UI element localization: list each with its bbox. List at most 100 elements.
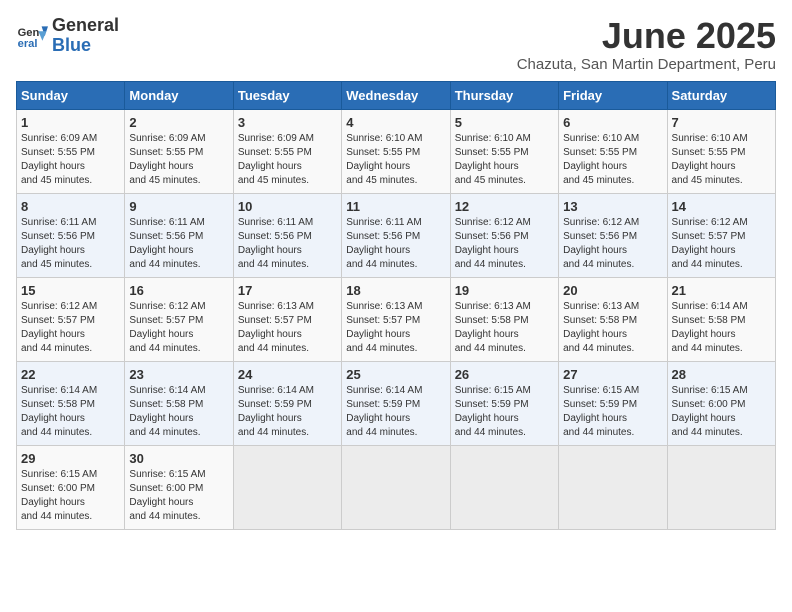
- daylight-label: Daylight hours: [238, 161, 302, 172]
- day-info: Sunrise: 6:15 AM Sunset: 5:59 PM Dayligh…: [563, 384, 662, 440]
- calendar-day-cell: 15 Sunrise: 6:12 AM Sunset: 5:57 PM Dayl…: [17, 277, 125, 361]
- daylight-label: Daylight hours: [455, 329, 519, 340]
- sunrise-label: Sunrise:: [129, 469, 166, 480]
- calendar-day-cell: 6 Sunrise: 6:10 AM Sunset: 5:55 PM Dayli…: [559, 109, 667, 193]
- daylight-label: Daylight hours: [21, 497, 85, 508]
- sunset-label: Sunset:: [672, 231, 706, 242]
- day-info: Sunrise: 6:12 AM Sunset: 5:57 PM Dayligh…: [21, 300, 120, 356]
- day-info: Sunrise: 6:09 AM Sunset: 5:55 PM Dayligh…: [129, 132, 228, 188]
- day-number: 12: [455, 199, 554, 214]
- calendar-day-cell: 10 Sunrise: 6:11 AM Sunset: 5:56 PM Dayl…: [233, 193, 341, 277]
- sunrise-label: Sunrise:: [238, 133, 275, 144]
- sunset-label: Sunset:: [238, 399, 272, 410]
- sunset-label: Sunset:: [455, 231, 489, 242]
- calendar-day-cell: 9 Sunrise: 6:11 AM Sunset: 5:56 PM Dayli…: [125, 193, 233, 277]
- day-info: Sunrise: 6:12 AM Sunset: 5:57 PM Dayligh…: [129, 300, 228, 356]
- day-number: 5: [455, 115, 554, 130]
- day-number: 24: [238, 367, 337, 382]
- calendar-day-cell: 13 Sunrise: 6:12 AM Sunset: 5:56 PM Dayl…: [559, 193, 667, 277]
- day-number: 23: [129, 367, 228, 382]
- day-info: Sunrise: 6:12 AM Sunset: 5:56 PM Dayligh…: [563, 216, 662, 272]
- day-number: 11: [346, 199, 445, 214]
- calendar-day-cell: [233, 445, 341, 529]
- sunset-label: Sunset:: [238, 147, 272, 158]
- sunset-label: Sunset:: [21, 147, 55, 158]
- sunset-label: Sunset:: [563, 399, 597, 410]
- calendar-week-row: 22 Sunrise: 6:14 AM Sunset: 5:58 PM Dayl…: [17, 361, 776, 445]
- sunset-label: Sunset:: [563, 231, 597, 242]
- sunset-label: Sunset:: [346, 315, 380, 326]
- day-number: 27: [563, 367, 662, 382]
- daylight-label: Daylight hours: [21, 413, 85, 424]
- day-number: 2: [129, 115, 228, 130]
- sunset-label: Sunset:: [563, 147, 597, 158]
- calendar-day-cell: [342, 445, 450, 529]
- daylight-label: Daylight hours: [672, 161, 736, 172]
- weekday-header-wednesday: Wednesday: [342, 81, 450, 109]
- sunrise-label: Sunrise:: [672, 217, 709, 228]
- calendar-day-cell: 20 Sunrise: 6:13 AM Sunset: 5:58 PM Dayl…: [559, 277, 667, 361]
- sunrise-label: Sunrise:: [21, 301, 58, 312]
- day-info: Sunrise: 6:10 AM Sunset: 5:55 PM Dayligh…: [455, 132, 554, 188]
- sunset-label: Sunset:: [672, 399, 706, 410]
- month-title: June 2025: [517, 16, 776, 56]
- sunrise-label: Sunrise:: [238, 217, 275, 228]
- day-info: Sunrise: 6:14 AM Sunset: 5:58 PM Dayligh…: [672, 300, 771, 356]
- sunrise-label: Sunrise:: [21, 469, 58, 480]
- daylight-label: Daylight hours: [346, 161, 410, 172]
- sunrise-label: Sunrise:: [672, 133, 709, 144]
- day-number: 10: [238, 199, 337, 214]
- sunset-label: Sunset:: [346, 399, 380, 410]
- calendar-day-cell: 8 Sunrise: 6:11 AM Sunset: 5:56 PM Dayli…: [17, 193, 125, 277]
- sunset-label: Sunset:: [129, 147, 163, 158]
- daylight-label: Daylight hours: [129, 161, 193, 172]
- sunrise-label: Sunrise:: [563, 133, 600, 144]
- sunset-label: Sunset:: [129, 483, 163, 494]
- daylight-label: Daylight hours: [21, 161, 85, 172]
- day-info: Sunrise: 6:11 AM Sunset: 5:56 PM Dayligh…: [346, 216, 445, 272]
- day-number: 1: [21, 115, 120, 130]
- calendar-day-cell: 4 Sunrise: 6:10 AM Sunset: 5:55 PM Dayli…: [342, 109, 450, 193]
- day-number: 25: [346, 367, 445, 382]
- day-info: Sunrise: 6:11 AM Sunset: 5:56 PM Dayligh…: [238, 216, 337, 272]
- logo-general: General: [52, 16, 119, 36]
- day-info: Sunrise: 6:15 AM Sunset: 5:59 PM Dayligh…: [455, 384, 554, 440]
- day-info: Sunrise: 6:14 AM Sunset: 5:59 PM Dayligh…: [238, 384, 337, 440]
- sunrise-label: Sunrise:: [129, 133, 166, 144]
- sunset-label: Sunset:: [672, 147, 706, 158]
- day-info: Sunrise: 6:11 AM Sunset: 5:56 PM Dayligh…: [21, 216, 120, 272]
- daylight-label: Daylight hours: [346, 245, 410, 256]
- sunset-label: Sunset:: [238, 315, 272, 326]
- sunrise-label: Sunrise:: [129, 217, 166, 228]
- weekday-header-sunday: Sunday: [17, 81, 125, 109]
- calendar-day-cell: 29 Sunrise: 6:15 AM Sunset: 6:00 PM Dayl…: [17, 445, 125, 529]
- daylight-label: Daylight hours: [129, 413, 193, 424]
- day-number: 14: [672, 199, 771, 214]
- sunrise-label: Sunrise:: [672, 385, 709, 396]
- sunrise-label: Sunrise:: [346, 217, 383, 228]
- sunrise-label: Sunrise:: [238, 385, 275, 396]
- daylight-label: Daylight hours: [346, 413, 410, 424]
- sunrise-label: Sunrise:: [672, 301, 709, 312]
- weekday-header-friday: Friday: [559, 81, 667, 109]
- daylight-label: Daylight hours: [21, 245, 85, 256]
- day-info: Sunrise: 6:09 AM Sunset: 5:55 PM Dayligh…: [238, 132, 337, 188]
- day-number: 28: [672, 367, 771, 382]
- weekday-header-tuesday: Tuesday: [233, 81, 341, 109]
- day-number: 22: [21, 367, 120, 382]
- sunrise-label: Sunrise:: [21, 217, 58, 228]
- sunset-label: Sunset:: [129, 315, 163, 326]
- sunset-label: Sunset:: [455, 315, 489, 326]
- sunrise-label: Sunrise:: [21, 133, 58, 144]
- day-info: Sunrise: 6:12 AM Sunset: 5:56 PM Dayligh…: [455, 216, 554, 272]
- day-info: Sunrise: 6:11 AM Sunset: 5:56 PM Dayligh…: [129, 216, 228, 272]
- calendar-day-cell: 23 Sunrise: 6:14 AM Sunset: 5:58 PM Dayl…: [125, 361, 233, 445]
- sunset-label: Sunset:: [455, 399, 489, 410]
- daylight-label: Daylight hours: [455, 245, 519, 256]
- logo: Gen eral General Blue: [16, 16, 119, 56]
- sunset-label: Sunset:: [346, 231, 380, 242]
- day-number: 20: [563, 283, 662, 298]
- calendar-day-cell: 16 Sunrise: 6:12 AM Sunset: 5:57 PM Dayl…: [125, 277, 233, 361]
- day-info: Sunrise: 6:12 AM Sunset: 5:57 PM Dayligh…: [672, 216, 771, 272]
- day-number: 18: [346, 283, 445, 298]
